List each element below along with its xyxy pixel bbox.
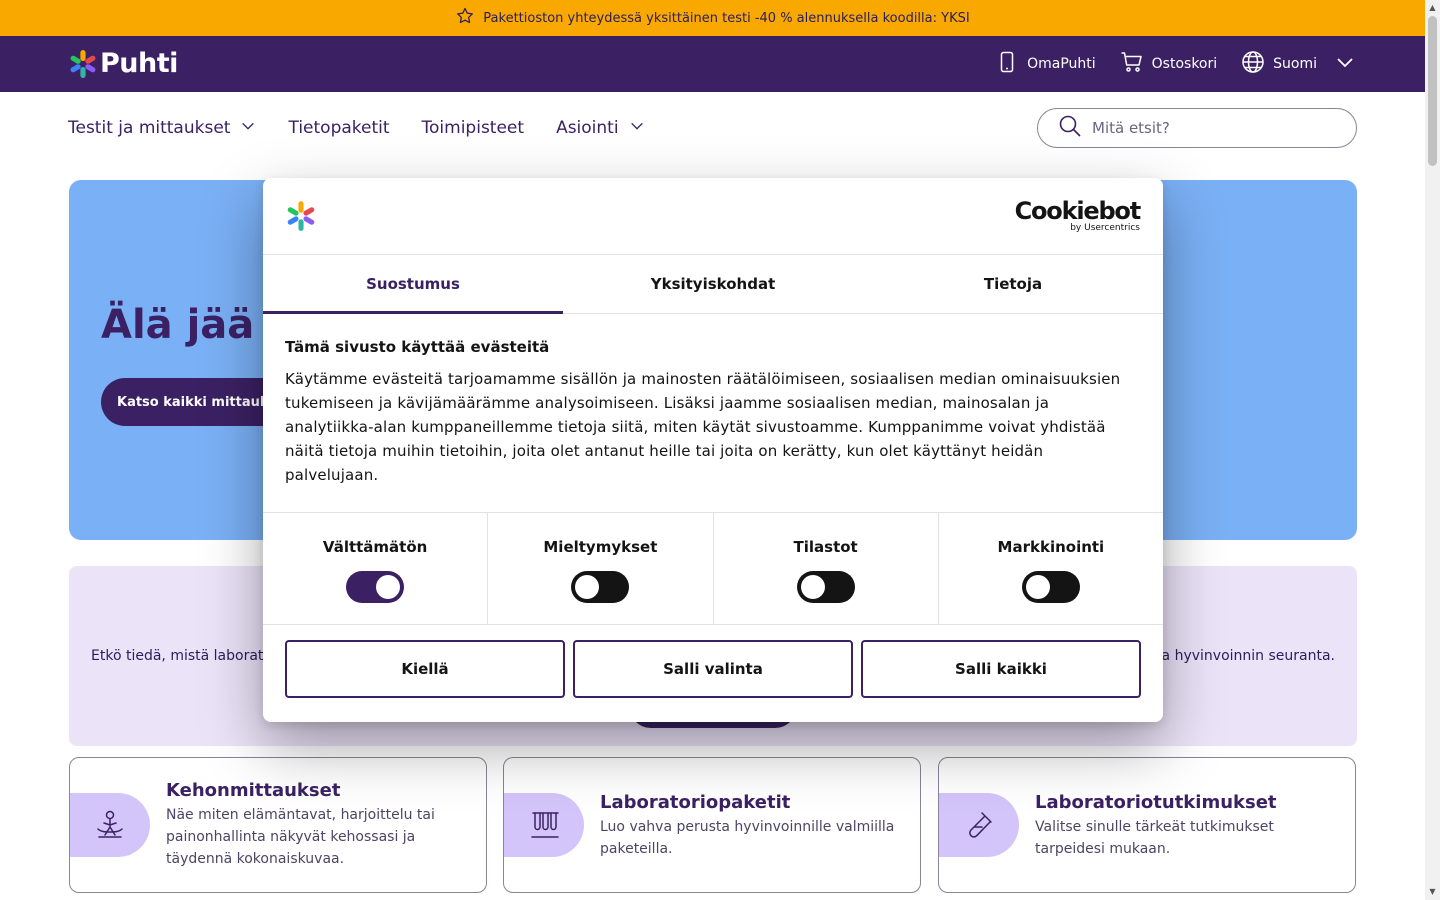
toggle-label: Tilastot (793, 538, 858, 556)
toggle-necessary: Välttämätön (263, 513, 489, 624)
cookiebot-logo[interactable]: Cookiebot by Usercentrics (1014, 197, 1142, 233)
toggle-marketing: Markkinointi (939, 513, 1163, 624)
toggle-label: Markkinointi (997, 538, 1105, 556)
marketing-switch[interactable] (1021, 571, 1080, 603)
dialog-heading: Tämä sivusto käyttää evästeitä (285, 338, 550, 356)
scroll-up-arrow[interactable]: ▲ (1428, 3, 1437, 13)
dialog-description: Käytämme evästeitä tarjoamamme sisällön … (285, 370, 1121, 484)
consent-toggles: Välttämätön Mieltymykset Tilastot Markki… (263, 512, 1163, 625)
preferences-switch[interactable] (571, 571, 630, 603)
toggle-statistics: Tilastot (714, 513, 939, 624)
allow-all-button[interactable]: Salli kaikki (861, 640, 1141, 698)
dialog-body: Tämä sivusto käyttää evästeitä Käytämme … (285, 338, 1141, 487)
allow-selection-button[interactable]: Salli valinta (573, 640, 853, 698)
statistics-switch[interactable] (796, 571, 855, 603)
necessary-switch[interactable] (346, 571, 405, 603)
tab-about[interactable]: Tietoja (863, 255, 1163, 313)
dialog-header: Cookiebot by Usercentrics (263, 178, 1163, 255)
cookie-consent-dialog: Cookiebot by Usercentrics Suostumus Yksi… (263, 178, 1163, 722)
page-scrollbar[interactable]: ▲ ▼ (1425, 0, 1440, 900)
dialog-tabs: Suostumus Yksityiskohdat Tietoja (263, 255, 1163, 314)
scroll-thumb[interactable] (1428, 16, 1437, 166)
cookiebot-name: Cookiebot (1014, 197, 1142, 225)
scroll-down-arrow[interactable]: ▼ (1428, 887, 1437, 897)
tab-details[interactable]: Yksityiskohdat (563, 255, 863, 313)
deny-button[interactable]: Kiellä (285, 640, 565, 698)
toggle-label: Mieltymykset (543, 538, 658, 556)
dialog-actions: Kiellä Salli valinta Salli kaikki (285, 640, 1141, 698)
tab-consent[interactable]: Suostumus (263, 255, 563, 314)
toggle-label: Välttämätön (322, 538, 428, 556)
toggle-preferences: Mieltymykset (488, 513, 714, 624)
puhti-logo-mark (287, 201, 315, 231)
